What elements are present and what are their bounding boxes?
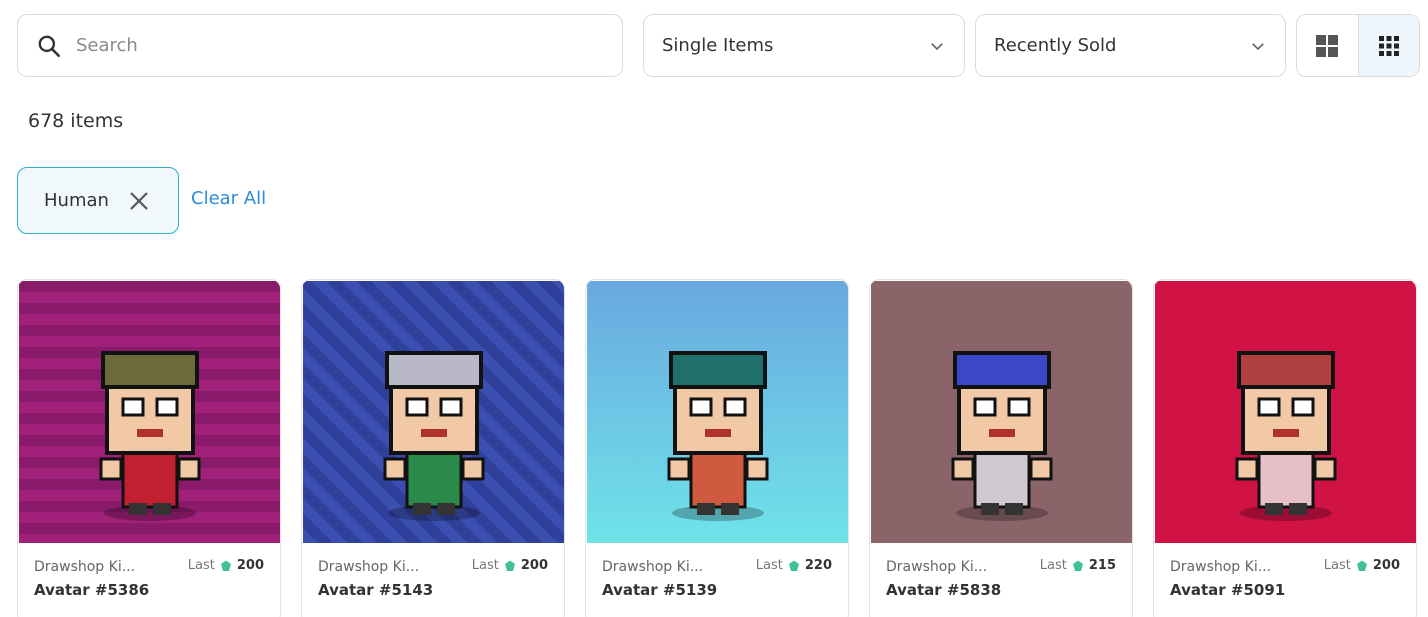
filter-chip-label: Human xyxy=(44,190,109,211)
last-price: Last 220 xyxy=(756,558,832,573)
last-price: Last 215 xyxy=(1040,558,1116,573)
avatar-image xyxy=(19,281,280,543)
gem-currency-icon xyxy=(220,560,231,571)
price-label: Last xyxy=(755,558,783,573)
large-grid-icon xyxy=(1316,34,1339,57)
close-icon[interactable] xyxy=(129,191,149,211)
results-count: 678 items xyxy=(28,110,124,132)
nft-card[interactable]: Drawshop Ki... Avatar #5091 Last 200 xyxy=(1153,279,1417,617)
price-label: Last xyxy=(187,558,215,573)
search-input[interactable] xyxy=(76,35,576,56)
last-price: Last 200 xyxy=(188,558,264,573)
price-label: Last xyxy=(1323,558,1351,573)
gem-currency-icon xyxy=(788,560,799,571)
avatar-image xyxy=(587,281,848,543)
sort-select-value: Recently Sold xyxy=(994,35,1117,56)
item-name: Avatar #5386 xyxy=(34,581,150,599)
price-value: 200 xyxy=(236,558,264,573)
price-label: Last xyxy=(471,558,499,573)
item-name: Avatar #5091 xyxy=(1170,581,1286,599)
filter-chip-human[interactable]: Human xyxy=(17,167,179,234)
small-grid-view-button[interactable] xyxy=(1357,15,1419,76)
item-type-select-value: Single Items xyxy=(662,35,774,56)
last-price: Last 200 xyxy=(472,558,548,573)
nft-card[interactable]: Drawshop Ki... Avatar #5386 Last 200 xyxy=(17,279,281,617)
avatar-image xyxy=(871,281,1132,543)
view-mode-toggle xyxy=(1296,14,1420,77)
last-price: Last 200 xyxy=(1324,558,1400,573)
price-value: 200 xyxy=(520,558,548,573)
gem-currency-icon xyxy=(504,560,515,571)
price-value: 200 xyxy=(1372,558,1400,573)
nft-card[interactable]: Drawshop Ki... Avatar #5139 Last 220 xyxy=(585,279,849,617)
large-grid-view-button[interactable] xyxy=(1297,15,1358,76)
chevron-down-icon xyxy=(931,42,943,50)
collection-name: Drawshop Ki... xyxy=(602,559,704,575)
filter-toolbar: Single Items Recently Sold xyxy=(17,14,1420,77)
sort-select[interactable]: Recently Sold xyxy=(975,14,1286,77)
price-label: Last xyxy=(1039,558,1067,573)
search-box[interactable] xyxy=(17,14,623,77)
collection-name: Drawshop Ki... xyxy=(1170,559,1272,575)
collection-name: Drawshop Ki... xyxy=(886,559,988,575)
nft-card[interactable]: Drawshop Ki... Avatar #5838 Last 215 xyxy=(869,279,1133,617)
small-grid-icon xyxy=(1378,35,1399,56)
item-name: Avatar #5139 xyxy=(602,581,718,599)
collection-name: Drawshop Ki... xyxy=(318,559,420,575)
item-type-select[interactable]: Single Items xyxy=(643,14,965,77)
gem-currency-icon xyxy=(1072,560,1083,571)
chevron-down-icon xyxy=(1252,42,1264,50)
search-icon xyxy=(38,35,61,57)
clear-all-link[interactable]: Clear All xyxy=(191,188,266,209)
gem-currency-icon xyxy=(1356,560,1367,571)
price-value: 215 xyxy=(1088,558,1116,573)
avatar-image xyxy=(303,281,564,543)
item-name: Avatar #5838 xyxy=(886,581,1002,599)
price-value: 220 xyxy=(804,558,832,573)
collection-name: Drawshop Ki... xyxy=(34,559,136,575)
nft-card[interactable]: Drawshop Ki... Avatar #5143 Last 200 xyxy=(301,279,565,617)
avatar-image xyxy=(1155,281,1416,543)
item-name: Avatar #5143 xyxy=(318,581,434,599)
